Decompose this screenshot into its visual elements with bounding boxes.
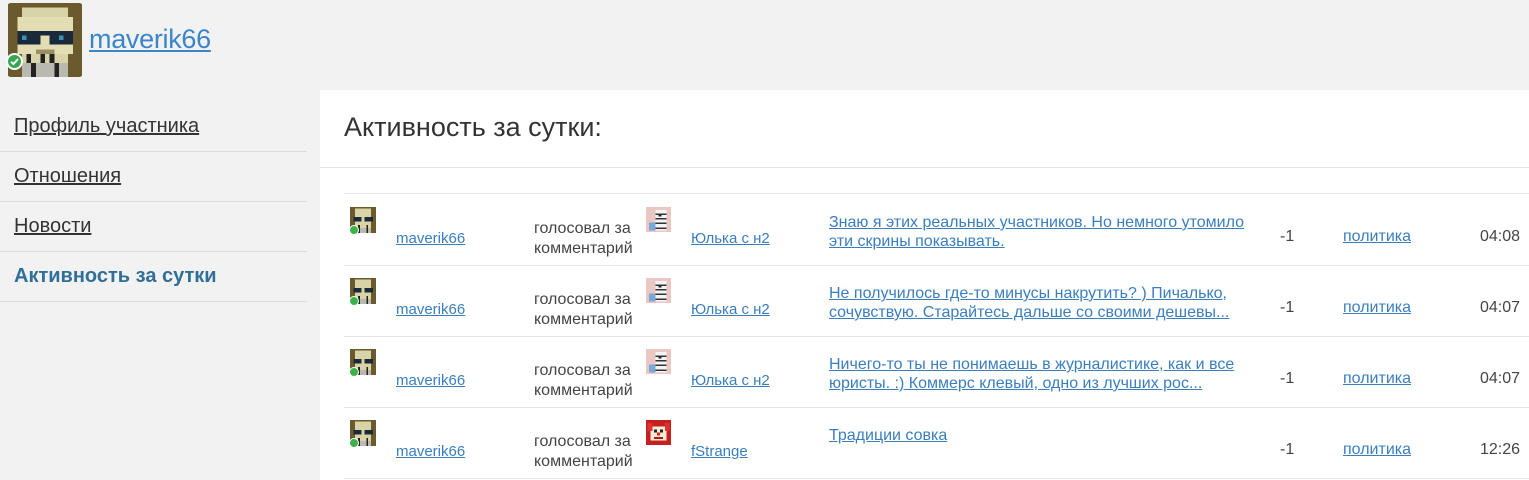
action-text: голосовал за комментарий: [534, 362, 633, 399]
vote-score: -1: [1280, 299, 1295, 316]
user-link[interactable]: maverik66: [396, 443, 465, 460]
sidebar-nav: Профиль участника Отношения Новости Акти…: [0, 102, 307, 302]
activity-row: maverik66 голосовал за комментарий fStra…: [344, 407, 1529, 479]
activity-row: maverik66 голосовал за комментарий Юлька…: [344, 336, 1529, 408]
target-user-link[interactable]: Юлька с н2: [691, 372, 770, 389]
comment-link[interactable]: Ничего-то ты не понимаешь в журналистике…: [829, 355, 1254, 393]
timestamp: 04:08: [1480, 228, 1521, 245]
online-status-icon: [349, 438, 359, 448]
profile-header: maverik66: [0, 0, 1529, 90]
sidebar-item-relations[interactable]: Отношения: [0, 152, 307, 202]
zebra-avatar[interactable]: [646, 207, 671, 232]
category-link[interactable]: политика: [1343, 370, 1411, 388]
timestamp: 04:07: [1480, 299, 1521, 316]
target-user-link[interactable]: Юлька с н2: [691, 301, 770, 318]
zebra-avatar[interactable]: [646, 349, 671, 374]
category-link[interactable]: политика: [1343, 441, 1411, 459]
sidebar-item-activity[interactable]: Активность за сутки: [0, 252, 307, 302]
timestamp: 04:07: [1480, 370, 1521, 387]
clown-avatar[interactable]: [646, 420, 671, 445]
comment-link[interactable]: Не получилось где-то минусы накрутить? )…: [829, 284, 1254, 322]
user-link[interactable]: maverik66: [396, 301, 465, 318]
user-link[interactable]: maverik66: [396, 372, 465, 389]
profile-username-link[interactable]: maverik66: [89, 24, 211, 55]
vote-score: -1: [1280, 228, 1295, 245]
category-link[interactable]: политика: [1343, 228, 1411, 246]
vote-score: -1: [1280, 441, 1295, 458]
online-status-icon: [349, 296, 359, 306]
action-text: голосовал за комментарий: [534, 220, 633, 257]
activity-panel: Активность за сутки: maverik66 голосовал…: [320, 90, 1529, 480]
vote-score: -1: [1280, 370, 1295, 387]
target-user-link[interactable]: Юлька с н2: [691, 230, 770, 247]
timestamp: 12:26: [1480, 441, 1521, 458]
online-status-icon: [349, 225, 359, 235]
comment-link[interactable]: Традиции совка: [829, 426, 1254, 445]
sidebar-item-profile[interactable]: Профиль участника: [0, 102, 307, 152]
activity-row: maverik66 голосовал за комментарий Юлька…: [344, 194, 1529, 266]
action-text: голосовал за комментарий: [534, 433, 633, 470]
user-link[interactable]: maverik66: [396, 230, 465, 247]
divider: [320, 167, 1529, 168]
action-text: голосовал за комментарий: [534, 291, 633, 328]
comment-link[interactable]: Знаю я этих реальных участников. Но немн…: [829, 213, 1254, 251]
activity-row: maverik66 голосовал за комментарий Юлька…: [344, 265, 1529, 337]
online-status-icon: [349, 367, 359, 377]
target-user-link[interactable]: fStrange: [691, 443, 748, 460]
verified-check-icon: [6, 53, 23, 70]
page-title: Активность за сутки:: [344, 112, 602, 142]
category-link[interactable]: политика: [1343, 299, 1411, 317]
sidebar-item-news[interactable]: Новости: [0, 202, 307, 252]
zebra-avatar[interactable]: [646, 278, 671, 303]
